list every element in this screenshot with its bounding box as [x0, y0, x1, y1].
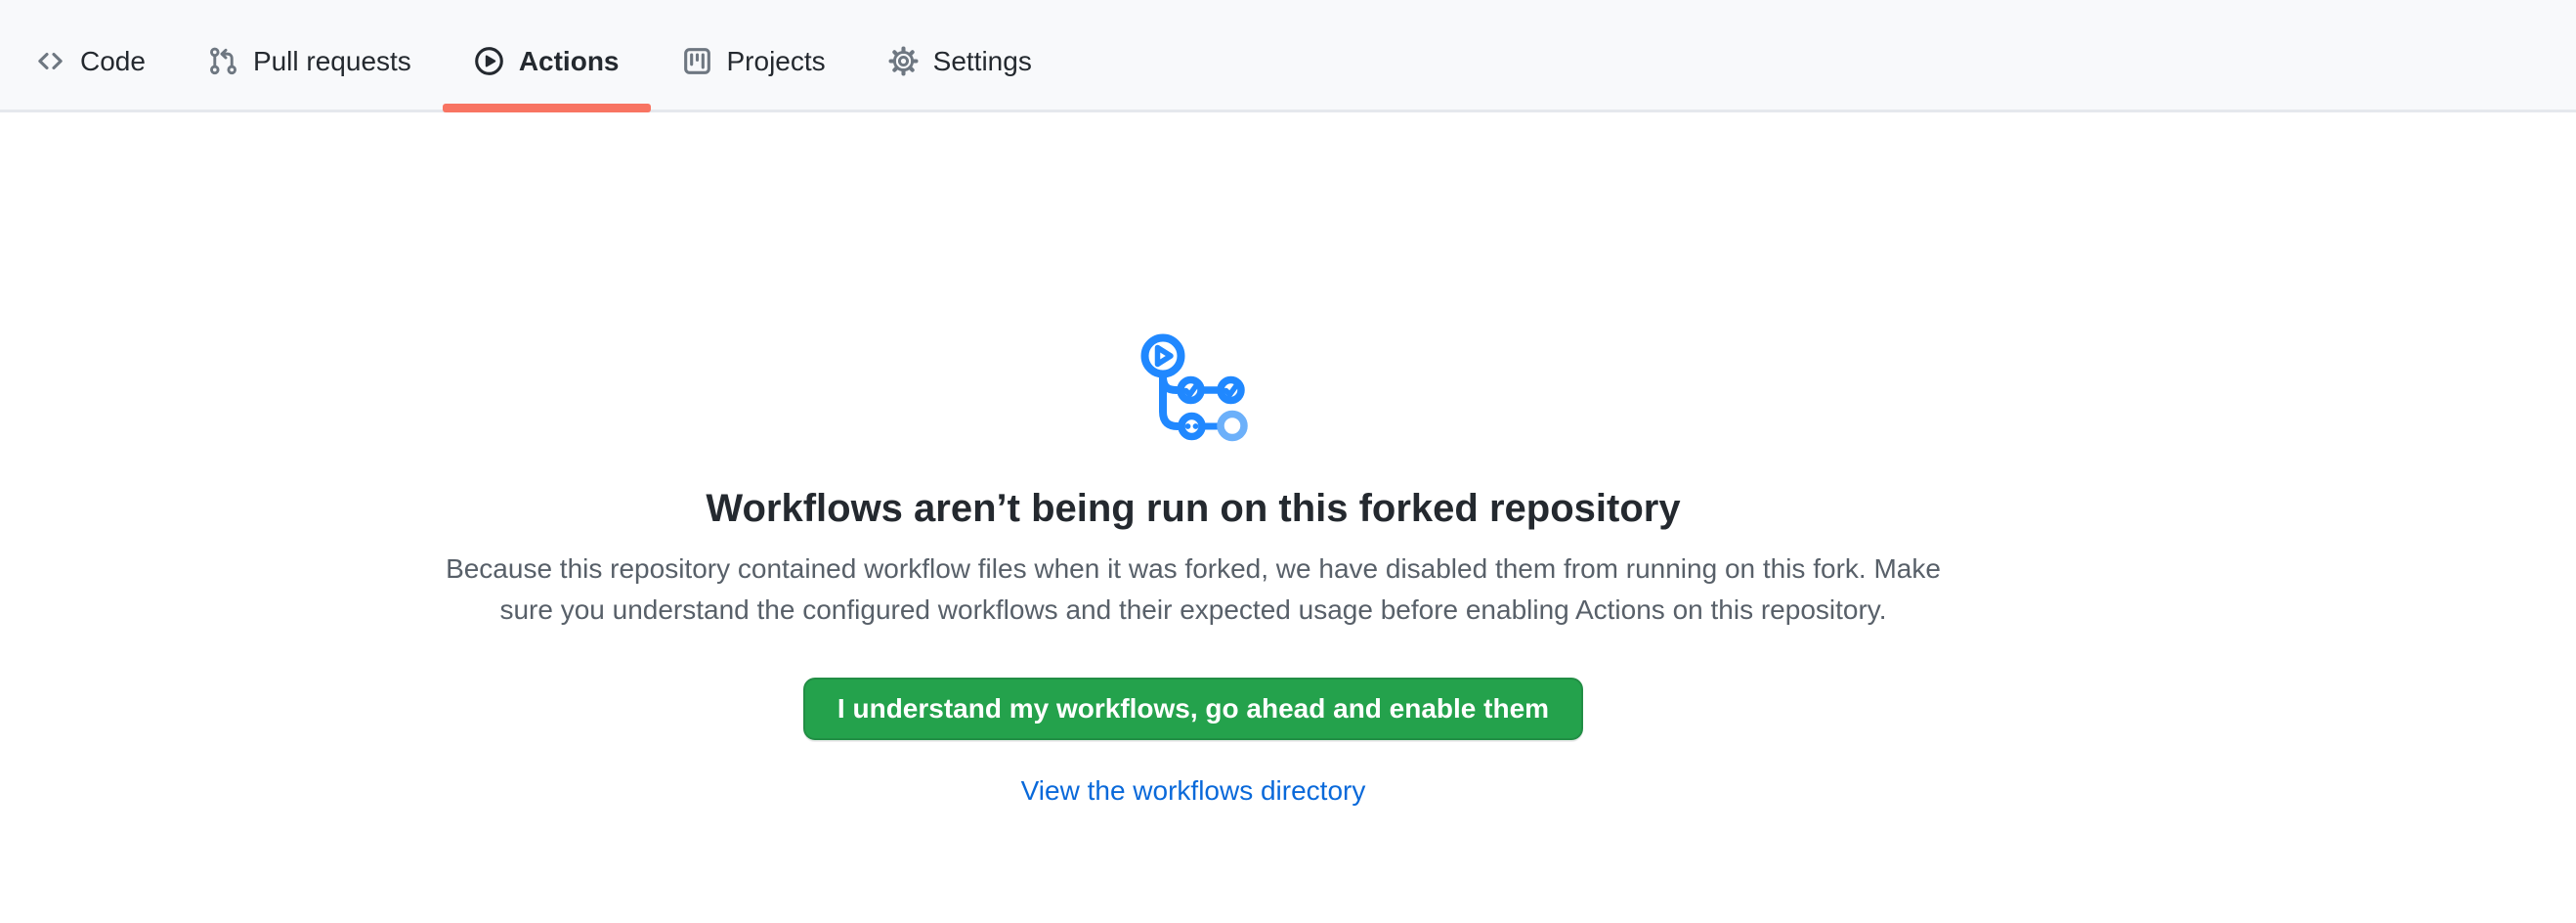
- play-circle-icon: [474, 46, 504, 76]
- tab-code[interactable]: Code: [4, 13, 177, 110]
- repo-tab-bar: Code Pull requests Actions: [0, 0, 2576, 112]
- code-icon: [35, 46, 65, 76]
- git-pull-request-icon: [208, 46, 238, 76]
- tab-pull-requests[interactable]: Pull requests: [177, 13, 443, 110]
- tab-label: Projects: [727, 46, 826, 77]
- project-icon: [682, 46, 712, 76]
- page-title: Workflows aren’t being run on this forke…: [706, 484, 1680, 533]
- description: Because this repository contained workfl…: [446, 549, 1941, 631]
- view-workflows-link[interactable]: View the workflows directory: [1021, 775, 1366, 807]
- tab-actions[interactable]: Actions: [443, 13, 651, 110]
- workflow-graph-icon: [1136, 328, 1251, 443]
- tab-label: Pull requests: [253, 46, 411, 77]
- gear-icon: [888, 46, 919, 76]
- tab-label: Actions: [519, 46, 620, 77]
- tab-label: Settings: [933, 46, 1032, 77]
- description-line-2: sure you understand the configured workf…: [499, 594, 1886, 625]
- tab-settings[interactable]: Settings: [857, 13, 1063, 110]
- main-content: Workflows aren’t being run on this forke…: [0, 112, 2386, 807]
- tab-projects[interactable]: Projects: [651, 13, 857, 110]
- enable-workflows-button[interactable]: I understand my workflows, go ahead and …: [803, 678, 1583, 740]
- tab-label: Code: [80, 46, 146, 77]
- description-line-1: Because this repository contained workfl…: [446, 553, 1941, 584]
